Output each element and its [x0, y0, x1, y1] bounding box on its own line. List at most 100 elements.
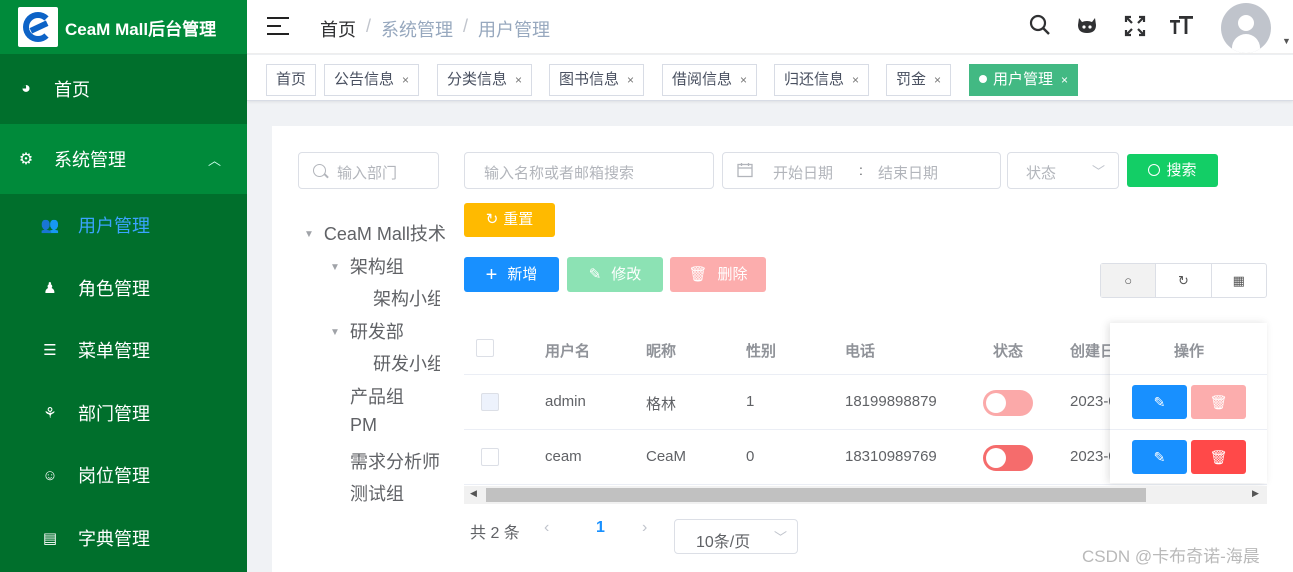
tag-category[interactable]: 分类信息 ×	[437, 64, 533, 96]
search-icon[interactable]	[1027, 14, 1053, 40]
close-icon[interactable]: ×	[1061, 73, 1068, 87]
row-delete-button[interactable]: 🗑	[1191, 385, 1246, 419]
column-header: 昵称	[646, 343, 677, 360]
tree-node[interactable]: 研发小组	[373, 350, 440, 376]
row-edit-button[interactable]: ✎	[1132, 385, 1187, 419]
app-logo[interactable]: CeaM Mall后台管理	[0, 0, 247, 54]
dept-search-input[interactable]: 输入部门	[298, 152, 439, 189]
dept-search-placeholder: 输入部门	[337, 165, 398, 182]
tree-node[interactable]: ▼ 研发部	[330, 318, 404, 344]
status-switch[interactable]	[983, 390, 1033, 416]
tag-fine[interactable]: 罚金 ×	[886, 64, 952, 96]
org-tree-icon: ⚘	[43, 404, 57, 422]
delete-button[interactable]: 🗑 删除	[670, 257, 766, 292]
tree-node[interactable]: 架构小组	[373, 285, 440, 311]
scroll-thumb[interactable]	[486, 488, 1146, 502]
avatar[interactable]	[1221, 3, 1271, 53]
keyword-search-input[interactable]: 输入名称或者邮箱搜索	[464, 152, 714, 189]
tree-node[interactable]: 测试组	[350, 480, 404, 506]
tag-books[interactable]: 图书信息 ×	[549, 64, 645, 96]
watermark: CSDN @卡布奇诺-海晨	[1082, 547, 1260, 566]
post-icon: ☺	[42, 466, 58, 484]
sidebar-item-label: 首页	[54, 80, 90, 100]
chevron-down-icon: ﹀	[1092, 164, 1106, 179]
prev-page-icon[interactable]: ‹	[544, 519, 549, 537]
tree-node[interactable]: PM	[350, 415, 377, 436]
tree-node[interactable]: 需求分析师	[350, 448, 440, 474]
trash-icon: 🗑	[1209, 394, 1228, 410]
tree-node[interactable]: ▼ CeaM Mall技术	[304, 220, 446, 246]
breadcrumb-system: 系统管理	[381, 20, 454, 40]
table-horizontal-scrollbar[interactable]: ◀ ▶	[464, 486, 1267, 504]
tags-view: 首页 公告信息 × 分类信息 × 图书信息 × 借阅信息 × 归还信息 × 罚金 × 用户管…	[247, 55, 1293, 101]
scroll-left-icon[interactable]: ◀	[470, 488, 477, 499]
sidebar-toggle-icon[interactable]	[267, 17, 289, 35]
page-size-select[interactable]: 10条/页 ﹀	[674, 519, 798, 554]
edit-icon: ✎	[1153, 449, 1166, 465]
column-header: 性别	[746, 343, 777, 360]
sidebar-item-dict[interactable]: ▤ 字典管理	[0, 507, 247, 570]
cell-username: admin	[545, 393, 586, 410]
close-icon[interactable]: ×	[740, 73, 747, 87]
start-date-placeholder: 开始日期	[773, 165, 834, 182]
caret-down-icon[interactable]: ▼	[330, 327, 340, 338]
close-icon[interactable]: ×	[627, 73, 634, 87]
tag-borrow[interactable]: 借阅信息 ×	[662, 64, 758, 96]
logo-icon	[18, 7, 58, 47]
tag-users[interactable]: 用户管理 ×	[969, 64, 1079, 96]
edit-button[interactable]: ✎ 修改	[567, 257, 663, 292]
tag-return[interactable]: 归还信息 ×	[774, 64, 870, 96]
caret-down-icon[interactable]: ▼	[304, 229, 314, 240]
tag-home[interactable]: 首页	[266, 64, 317, 96]
add-button[interactable]: + 新增	[464, 257, 559, 292]
row-checkbox[interactable]	[481, 393, 499, 411]
sidebar-item-menus[interactable]: ☰ 菜单管理	[0, 319, 247, 382]
sidebar: CeaM Mall后台管理 ◕ 首页 ⚙ 系统管理 ︿ 👥 用户管理 ♟ 角色管…	[0, 0, 247, 572]
tag-label: 公告信息	[334, 71, 395, 88]
date-range-picker[interactable]: 开始日期 : 结束日期	[722, 152, 1001, 189]
tag-label: 首页	[276, 71, 307, 88]
sidebar-item-home[interactable]: ◕ 首页	[0, 54, 247, 124]
sidebar-item-users[interactable]: 👥 用户管理	[0, 194, 247, 257]
tree-node[interactable]: ▼ 架构组	[330, 253, 404, 279]
column-header: 电话	[845, 343, 876, 360]
sidebar-item-depts[interactable]: ⚘ 部门管理	[0, 382, 247, 445]
refresh-icon[interactable]: ↻	[1156, 264, 1212, 297]
tree-node-label: 研发小组	[373, 354, 440, 374]
close-icon[interactable]: ×	[402, 73, 409, 87]
scroll-right-icon[interactable]: ▶	[1252, 488, 1259, 499]
close-icon[interactable]: ×	[515, 73, 522, 87]
text-size-icon[interactable]	[1169, 14, 1195, 40]
tree-node-label: 产品组	[350, 387, 404, 407]
tree-node-label: 架构组	[349, 257, 404, 277]
tree-node[interactable]: 产品组	[350, 383, 404, 409]
next-page-icon[interactable]: ›	[642, 519, 647, 537]
pagination-total: 共 2 条	[470, 525, 520, 542]
search-button[interactable]: 搜索	[1127, 154, 1218, 187]
toggle-search-icon[interactable]: ○	[1101, 264, 1157, 297]
columns-icon[interactable]: ▦	[1212, 264, 1266, 297]
sidebar-item-system[interactable]: ⚙ 系统管理 ︿	[0, 124, 247, 194]
select-all-checkbox[interactable]	[476, 339, 494, 357]
github-icon[interactable]	[1074, 14, 1100, 40]
tag-label: 借阅信息	[672, 71, 733, 88]
tag-notice[interactable]: 公告信息 ×	[324, 64, 420, 96]
status-select[interactable]: 状态 ﹀	[1007, 152, 1119, 189]
sidebar-item-roles[interactable]: ♟ 角色管理	[0, 257, 247, 320]
row-edit-button[interactable]: ✎	[1132, 440, 1187, 474]
trash-icon: 🗑	[1209, 449, 1228, 465]
status-switch[interactable]	[983, 445, 1033, 471]
sidebar-item-label: 岗位管理	[78, 466, 150, 487]
caret-down-icon[interactable]: ▼	[330, 262, 340, 273]
sidebar-item-posts[interactable]: ☺ 岗位管理	[0, 444, 247, 507]
page-number[interactable]: 1	[596, 519, 605, 537]
row-checkbox[interactable]	[481, 448, 499, 466]
row-delete-button[interactable]: 🗑	[1191, 440, 1246, 474]
edit-icon: ✎	[588, 266, 602, 283]
caret-down-icon[interactable]: ▼	[1282, 36, 1291, 46]
fullscreen-icon[interactable]	[1122, 14, 1148, 40]
close-icon[interactable]: ×	[934, 73, 941, 87]
breadcrumb-home[interactable]: 首页	[320, 16, 356, 42]
reset-button[interactable]: ↻ 重置	[464, 203, 555, 237]
close-icon[interactable]: ×	[852, 73, 859, 87]
